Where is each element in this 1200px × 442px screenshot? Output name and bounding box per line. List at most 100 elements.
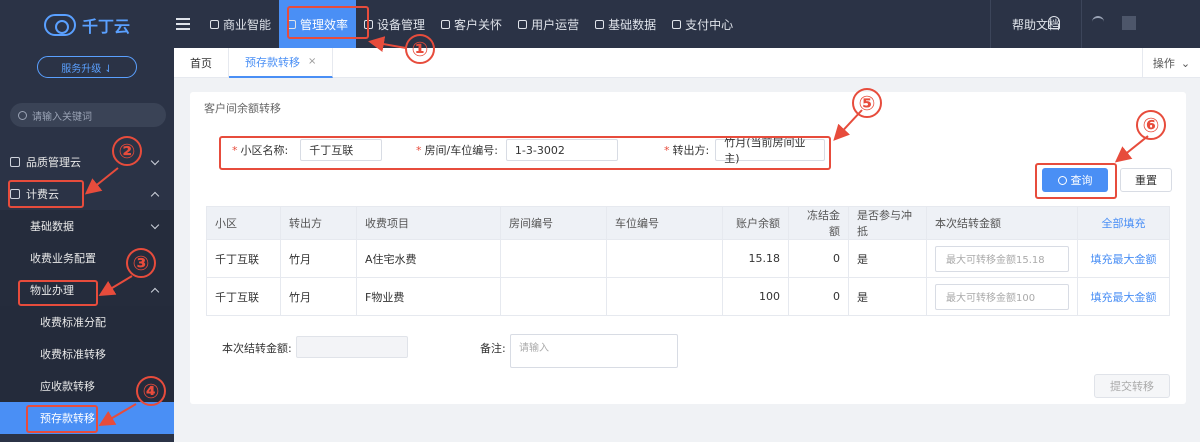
transfer-amount-input[interactable]: 最大可转移金额15.18 (935, 245, 1069, 272)
sidebar-search-input[interactable]: 请输入关键词 (10, 103, 166, 127)
required-mark: * (416, 143, 422, 157)
cell-balance: 15.18 (722, 239, 789, 278)
cell-from: 竹月 (280, 277, 357, 316)
sidebar-item-label: 收费标准分配 (40, 316, 106, 329)
sidebar-item-billing[interactable]: 计费云 (0, 178, 174, 210)
cell-room (500, 277, 607, 316)
nav-user-ops[interactable]: 用户运营 (510, 0, 587, 48)
nav-label: 管理效率 (300, 17, 349, 32)
col-room: 房间编号 (500, 206, 607, 240)
user-icon (518, 19, 528, 29)
ops-dropdown[interactable]: 操作 ⌄ (1142, 48, 1200, 78)
annotation-3: ③ (126, 248, 156, 278)
sidebar-item-label: 预存款转移 (40, 412, 95, 425)
nav-payment[interactable]: 支付中心 (664, 0, 741, 48)
required-mark: * (664, 143, 670, 157)
chevron-down-icon: ⌄ (1180, 56, 1191, 70)
transfer-panel: 客户间余额转移 * 小区名称: 千丁互联 * 房间/车位编号: 1-3-3002… (190, 92, 1186, 404)
nav-label: 商业智能 (223, 17, 272, 32)
col-community: 小区 (206, 206, 281, 240)
tab-prepaid-transfer[interactable]: 预存款转移 × (229, 47, 334, 78)
logo-text: 千丁云 (81, 17, 130, 36)
fill-all-link[interactable]: 全部填充 (1077, 206, 1170, 240)
chevron-down-icon (150, 220, 160, 230)
nav-label: 设备管理 (377, 17, 426, 32)
from-label: 转出方: (672, 144, 710, 157)
transfer-amount-input[interactable]: 最大可转移金额100 (935, 283, 1069, 310)
avatar[interactable] (1122, 16, 1136, 30)
shield-icon (672, 19, 682, 29)
room-field: * 房间/车位编号: 1-3-3002 (416, 138, 618, 162)
nav-label: 支付中心 (685, 17, 734, 32)
sidebar-item-fee-standard-transfer[interactable]: 收费标准转移 (0, 338, 174, 370)
cell-frozen: 0 (788, 239, 849, 278)
panel-title: 客户间余额转移 (204, 102, 281, 115)
query-button[interactable]: 查询 (1042, 168, 1108, 192)
fill-max-link[interactable]: 填充最大金额 (1077, 277, 1170, 316)
annotation-2: ② (112, 136, 142, 166)
col-frozen: 冻结金额 (788, 206, 849, 240)
cell-transfer-amount: 最大可转移金额15.18 (926, 239, 1078, 278)
reset-button[interactable]: 重置 (1120, 168, 1172, 192)
col-from: 转出方 (280, 206, 357, 240)
sidebar-item-property[interactable]: 物业办理 (0, 274, 174, 306)
sidebar-item-label: 品质管理云 (26, 156, 81, 169)
search-icon (1057, 175, 1067, 185)
tab-label: 预存款转移 (245, 55, 300, 69)
nav-management-efficiency[interactable]: 管理效率 (279, 0, 357, 48)
cell-balance: 100 (722, 277, 789, 316)
balance-table: 小区 转出方 收费项目 房间编号 车位编号 账户余额 冻结金额 是否参与冲抵 本… (206, 206, 1170, 316)
sidebar-item-prepaid-transfer[interactable]: 预存款转移 (0, 402, 174, 434)
hamburger-menu-icon[interactable] (176, 18, 190, 30)
from-input[interactable]: 竹月(当前房间业主) (715, 136, 826, 165)
col-fee-item: 收费项目 (356, 206, 501, 240)
cloud-icon (10, 189, 20, 199)
amount-label: 本次结转金额: (222, 342, 292, 355)
submit-transfer-button[interactable]: 提交转移 (1094, 374, 1170, 398)
annotation-4: ④ (136, 376, 166, 406)
building-icon (10, 157, 20, 167)
bell-icon[interactable] (1048, 16, 1060, 29)
cell-transfer-amount: 最大可转移金额100 (926, 277, 1078, 316)
sidebar-item-fee-standard-assign[interactable]: 收费标准分配 (0, 306, 174, 338)
close-icon[interactable]: × (308, 56, 316, 67)
fill-max-link[interactable]: 填充最大金额 (1077, 239, 1170, 278)
help-docs-link[interactable]: 帮助文档 (990, 0, 1082, 48)
logo: 千丁云 (0, 0, 174, 50)
room-input[interactable]: 1-3-3002 (505, 139, 618, 161)
nav-bi[interactable]: 商业智能 (202, 0, 279, 48)
remark-textarea[interactable]: 请输入 (510, 334, 678, 368)
annotation-5: ⑤ (852, 88, 882, 118)
table-row: 千丁互联 竹月 F物业费 100 0 是 最大可转移金额100 填充最大金额 (206, 277, 1170, 316)
required-mark: * (232, 143, 238, 157)
device-icon (364, 19, 374, 29)
annotation-6: ⑥ (1136, 110, 1166, 140)
nav-base-data[interactable]: 基础数据 (587, 0, 664, 48)
cell-frozen: 0 (788, 277, 849, 316)
sidebar-item-label: 物业办理 (30, 284, 74, 297)
community-field: * 小区名称: 千丁互联 (232, 138, 383, 162)
upgrade-button[interactable]: 服务升级 ⇃ (37, 56, 137, 78)
cell-room (500, 239, 607, 278)
sidebar-item-label: 收费业务配置 (30, 252, 96, 265)
trend-icon (287, 19, 297, 29)
top-nav: 商业智能 管理效率 设备管理 客户关怀 用户运营 基础数据 支付中心 (202, 0, 741, 48)
annotation-1: ① (405, 34, 435, 64)
tab-bar: 首页 预存款转移 × 操作 ⌄ (174, 47, 1200, 78)
top-bar: 商业智能 管理效率 设备管理 客户关怀 用户运营 基础数据 支付中心 帮助文档 (174, 0, 1200, 48)
tab-home[interactable]: 首页 (174, 47, 229, 78)
cell-parking (606, 277, 723, 316)
query-label: 查询 (1070, 174, 1093, 187)
sidebar-item-quality[interactable]: 品质管理云 (0, 146, 174, 178)
loading-icon (1092, 16, 1104, 22)
table-row: 千丁互联 竹月 A住宅水费 15.18 0 是 最大可转移金额15.18 填充最… (206, 239, 1170, 278)
cell-community: 千丁互联 (206, 239, 281, 278)
col-transfer-amount: 本次结转金额 (926, 206, 1078, 240)
nav-customer-care[interactable]: 客户关怀 (433, 0, 510, 48)
chart-icon (210, 19, 219, 29)
community-label: 小区名称: (240, 144, 289, 157)
community-input[interactable]: 千丁互联 (300, 139, 383, 161)
sidebar-item-basic-data[interactable]: 基础数据 (0, 210, 174, 242)
heart-icon (441, 19, 451, 29)
col-offset: 是否参与冲抵 (848, 206, 927, 240)
